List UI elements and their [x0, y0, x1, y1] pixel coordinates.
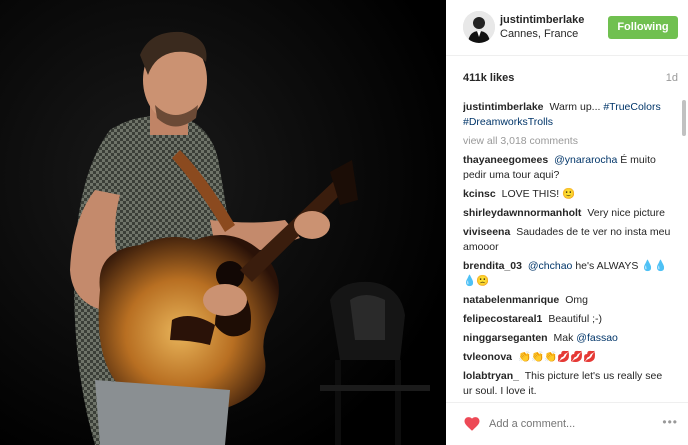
comment-text: Beautiful ;-) — [548, 313, 603, 325]
comment-item: tvleonova 👏👏👏💋💋💋 — [463, 350, 673, 365]
comment-username[interactable]: thayaneegomees — [463, 154, 548, 166]
comment-username[interactable]: tvleonova — [463, 351, 512, 363]
comment-username[interactable]: natabelenmanrique — [463, 294, 559, 306]
more-options-icon[interactable]: ••• — [662, 415, 678, 429]
post-age[interactable]: 1d — [666, 72, 678, 84]
photo-illustration — [0, 0, 446, 445]
comment-text: 👏👏👏💋💋💋 — [517, 351, 597, 363]
caption: justintimberlake Warm up... #TrueColors … — [463, 100, 673, 130]
avatar-image — [463, 11, 495, 43]
comment-item: natabelenmanrique Omg — [463, 293, 673, 308]
following-button[interactable]: Following — [608, 16, 678, 39]
caption-username[interactable]: justintimberlake — [463, 101, 544, 113]
comment-username[interactable]: lolabtryan_ — [463, 370, 519, 382]
comment-item: ninggarseganten Mak @fassao — [463, 331, 673, 346]
view-all-comments-link[interactable]: view all 3,018 comments — [463, 134, 673, 149]
comment-username[interactable]: kcinsc — [463, 188, 496, 200]
comment-item: felipecostareal1 Beautiful ;-) — [463, 312, 673, 327]
comment-username[interactable]: viviseena — [463, 226, 510, 238]
comment-username[interactable]: ninggarseganten — [463, 332, 548, 344]
comment-item: shirleydawnnormanholt Very nice picture — [463, 206, 673, 221]
post-sidebar: justintimberlake Cannes, France Followin… — [446, 0, 688, 445]
hashtag-link[interactable]: #TrueColors — [603, 101, 660, 113]
comment-bar: ••• — [446, 402, 688, 445]
likes-row: 411k likes 1d — [463, 72, 678, 86]
post-photo[interactable] — [0, 0, 446, 445]
hashtag-link[interactable]: #DreamworksTrolls — [463, 116, 553, 128]
comment-mention[interactable]: @ynararocha — [554, 154, 617, 166]
comment-item: kcinsc LOVE THIS! 🙂 — [463, 187, 673, 202]
comment-username[interactable]: brendita_03 — [463, 260, 522, 272]
comment-text: Omg — [565, 294, 588, 306]
comments-list[interactable]: justintimberlake Warm up... #TrueColors … — [463, 100, 673, 400]
likes-count[interactable]: 411k likes — [463, 72, 514, 84]
comment-username[interactable]: felipecostareal1 — [463, 313, 542, 325]
post-header: justintimberlake Cannes, France Followin… — [446, 0, 688, 56]
comment-username[interactable]: shirleydawnnormanholt — [463, 207, 581, 219]
comment-mention[interactable]: @fassao — [576, 332, 618, 344]
comment-mention[interactable]: @chchao — [528, 260, 573, 272]
post-location[interactable]: Cannes, France — [500, 28, 578, 40]
comment-text: Very nice picture — [587, 207, 665, 219]
caption-text: Warm up... — [549, 101, 601, 113]
comment-item: lolabtryan_ This picture let's us really… — [463, 369, 673, 399]
comment-text: LOVE THIS! 🙂 — [501, 188, 576, 200]
comment-item: viviseena Saudades de te ver no insta me… — [463, 225, 673, 255]
heart-icon[interactable] — [463, 415, 481, 433]
comments-scrollbar[interactable] — [682, 100, 686, 136]
comment-item: brendita_03 @chchao he's ALWAYS 💧💧💧🙁 — [463, 259, 673, 289]
comment-item: thayaneegomees @ynararocha É muito pedir… — [463, 153, 673, 183]
comment-text: Mak — [553, 332, 574, 344]
avatar[interactable] — [463, 11, 495, 43]
add-comment-input[interactable] — [489, 415, 649, 433]
post-author-username[interactable]: justintimberlake — [500, 14, 584, 26]
